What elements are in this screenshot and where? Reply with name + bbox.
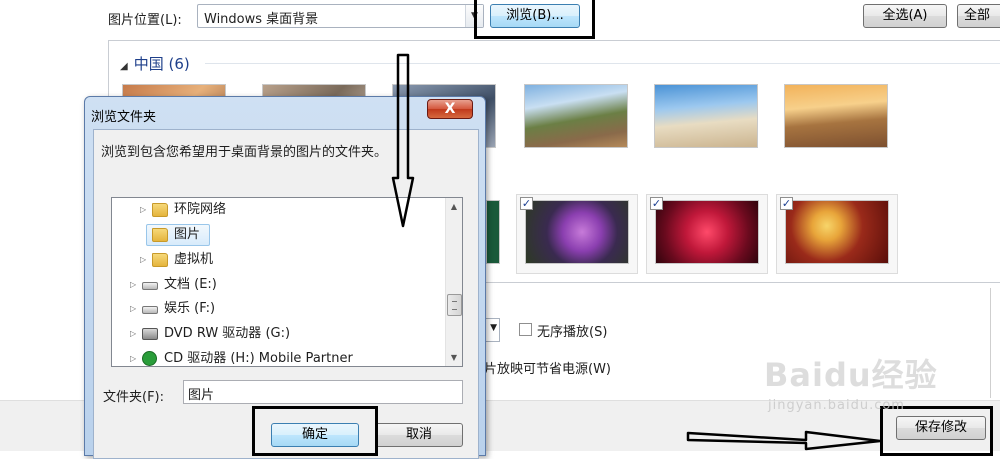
dvd-drive-icon: [142, 328, 158, 340]
watermark-text: Baidu经验: [764, 356, 938, 394]
collapse-triangle-icon[interactable]: ◢: [120, 61, 128, 72]
thumbnail-checkbox[interactable]: ✓: [650, 197, 663, 210]
tree-scrollbar[interactable]: ▲ ▼: [445, 198, 462, 366]
expand-arrow-icon[interactable]: ▷: [140, 199, 146, 221]
tree-item-label: 虚拟机: [174, 252, 214, 267]
select-all-button[interactable]: 全选(A): [863, 4, 947, 28]
picture-location-label: 图片位置(L):: [108, 13, 182, 28]
expand-arrow-icon[interactable]: ▷: [130, 274, 136, 296]
wallpaper-thumbnail[interactable]: [525, 200, 629, 264]
watermark: Baidu经验 jingyan.baidu.com: [764, 340, 984, 420]
group-divider: [205, 63, 1000, 64]
gallery-group-header[interactable]: ◢ 中国 (6): [120, 53, 190, 74]
wallpaper-thumbnail[interactable]: [785, 200, 889, 264]
folder-label: 文件夹(F):: [103, 390, 165, 405]
tree-item[interactable]: ▷ 环院网络: [112, 199, 442, 221]
thumbnail-checkbox[interactable]: ✓: [780, 197, 793, 210]
folder-tree[interactable]: ▷ 环院网络 图片 ▷ 虚拟机 ▷ 文档 (E:) ▷ 娱乐 (F:) ▷ DV…: [111, 197, 463, 367]
tree-item[interactable]: ▷ 娱乐 (F:): [112, 298, 442, 320]
tree-item[interactable]: ▷ DVD RW 驱动器 (G:): [112, 323, 442, 345]
expand-arrow-icon[interactable]: ▷: [130, 348, 136, 366]
expand-arrow-icon[interactable]: ▷: [140, 249, 146, 271]
drive-icon: [142, 282, 158, 290]
tree-item-selected[interactable]: 图片: [112, 224, 442, 246]
folder-input[interactable]: 图片: [183, 380, 463, 404]
wallpaper-thumbnail[interactable]: [524, 84, 628, 148]
tree-item-label: 环院网络: [174, 202, 227, 217]
tree-item-label: CD 驱动器 (H:) Mobile Partner: [164, 351, 353, 366]
cd-drive-icon: [142, 351, 157, 366]
folder-icon: [152, 228, 168, 242]
tree-item[interactable]: ▷ CD 驱动器 (H:) Mobile Partner: [112, 348, 442, 366]
wallpaper-thumbnail[interactable]: [654, 84, 758, 148]
thumbnail-checkbox[interactable]: ✓: [520, 197, 533, 210]
tree-item-label: 娱乐 (F:): [164, 301, 216, 316]
divider: [990, 288, 991, 398]
scroll-thumb[interactable]: [447, 294, 462, 316]
close-button[interactable]: X: [427, 99, 473, 119]
shuffle-label: 无序播放(S): [537, 325, 608, 340]
cancel-button[interactable]: 取消: [375, 423, 463, 447]
tree-item-label: 图片: [174, 227, 201, 242]
browse-folder-dialog: 浏览文件夹 X 浏览到包含您希望用于桌面背景的图片的文件夹。 ▷ 环院网络 图片…: [84, 96, 486, 459]
scroll-down-icon[interactable]: ▼: [446, 349, 462, 366]
dialog-title: 浏览文件夹: [91, 110, 157, 125]
tree-item-label: 文档 (E:): [164, 277, 217, 292]
folder-icon: [152, 253, 168, 267]
tree-item[interactable]: ▷ 虚拟机: [112, 249, 442, 271]
annotation-box: [474, 0, 595, 39]
close-icon: X: [444, 101, 456, 117]
dialog-instruction: 浏览到包含您希望用于桌面背景的图片的文件夹。: [101, 145, 388, 160]
powersave-label: 片放映可节省电源(W): [484, 362, 611, 377]
scroll-up-icon[interactable]: ▲: [446, 198, 462, 215]
watermark-url: jingyan.baidu.com: [768, 398, 905, 413]
tree-item-label: DVD RW 驱动器 (G:): [164, 326, 291, 341]
gallery-group-label: 中国 (6): [133, 55, 190, 73]
annotation-box: [252, 406, 378, 456]
expand-arrow-icon[interactable]: ▷: [130, 323, 136, 345]
wallpaper-thumbnail[interactable]: [784, 84, 888, 148]
chevron-down-icon: ▼: [490, 323, 497, 333]
folder-icon: [152, 203, 168, 217]
picture-location-value: Windows 桌面背景: [204, 12, 319, 27]
tree-item[interactable]: ▷ 文档 (E:): [112, 274, 442, 296]
shuffle-checkbox[interactable]: [519, 323, 532, 336]
drive-icon: [142, 306, 158, 314]
wallpaper-thumbnail[interactable]: [486, 200, 500, 264]
wallpaper-thumbnail[interactable]: [655, 200, 759, 264]
expand-arrow-icon[interactable]: ▷: [130, 298, 136, 320]
picture-location-select[interactable]: Windows 桌面背景 ▼: [197, 4, 484, 28]
clear-all-button[interactable]: 全部: [957, 4, 1000, 28]
